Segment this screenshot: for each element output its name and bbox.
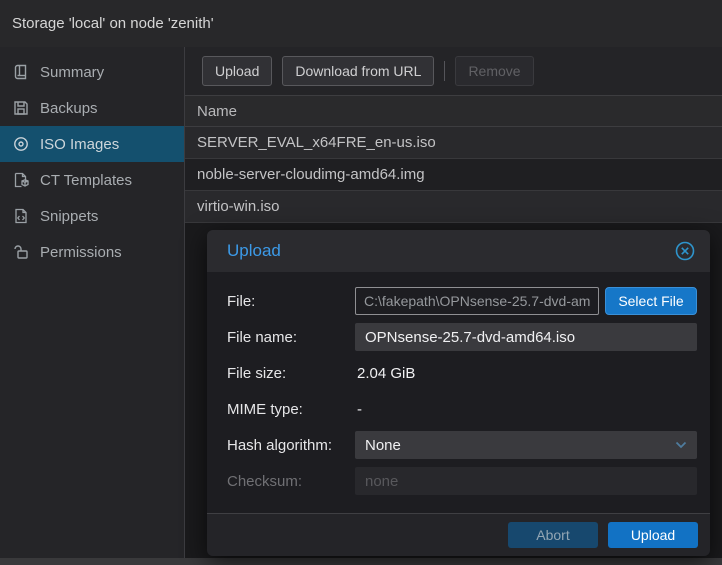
hash-algorithm-value: None: [365, 437, 401, 454]
mime-type-value: -: [355, 401, 362, 418]
book-icon: [13, 64, 29, 80]
file-path-input[interactable]: [355, 287, 599, 315]
sidebar: Summary Backups ISO Images CT Templates …: [0, 47, 185, 565]
toolbar: Upload Download from URL Remove: [185, 47, 722, 95]
hash-algorithm-select[interactable]: None: [355, 431, 697, 459]
sidebar-item-backups[interactable]: Backups: [0, 90, 184, 126]
storage-title-text: Storage 'local' on node 'zenith': [12, 15, 214, 32]
file-label: File:: [227, 293, 355, 310]
table-header-name[interactable]: Name: [185, 95, 722, 127]
window-bottom-edge: [0, 558, 722, 565]
floppy-icon: [13, 100, 29, 116]
sidebar-item-snippets[interactable]: Snippets: [0, 198, 184, 234]
checksum-input: [355, 467, 697, 495]
sidebar-item-label: Permissions: [40, 244, 122, 261]
page-title: Storage 'local' on node 'zenith': [0, 0, 722, 47]
mime-type-label: MIME type:: [227, 401, 355, 418]
upload-button[interactable]: Upload: [202, 56, 272, 86]
file-size-value: 2.04 GiB: [355, 365, 415, 382]
upload-dialog-body: File: Select File File name: File size: …: [207, 272, 710, 513]
table-row[interactable]: virtio-win.iso: [185, 191, 722, 223]
toolbar-separator: [444, 61, 445, 81]
abort-button: Abort: [508, 522, 598, 548]
table-row[interactable]: SERVER_EVAL_x64FRE_en-us.iso: [185, 127, 722, 159]
upload-dialog-header: Upload: [207, 230, 710, 272]
unlock-icon: [13, 244, 29, 260]
sidebar-item-label: CT Templates: [40, 172, 132, 189]
dialog-title: Upload: [227, 241, 281, 261]
sidebar-item-label: Snippets: [40, 208, 98, 225]
sidebar-item-summary[interactable]: Summary: [0, 54, 184, 90]
file-name-input[interactable]: [355, 323, 697, 351]
sidebar-item-label: ISO Images: [40, 136, 119, 153]
app-window: Storage 'local' on node 'zenith' Summary…: [0, 0, 722, 565]
container-template-icon: [13, 172, 29, 188]
file-size-label: File size:: [227, 365, 355, 382]
file-name-label: File name:: [227, 329, 355, 346]
sidebar-item-label: Backups: [40, 100, 98, 117]
select-file-button[interactable]: Select File: [605, 287, 697, 315]
table-row[interactable]: noble-server-cloudimg-amd64.img: [185, 159, 722, 191]
sidebar-item-label: Summary: [40, 64, 104, 81]
upload-dialog: Upload File: Select File File name: Fil: [207, 230, 710, 556]
close-icon[interactable]: [674, 240, 696, 262]
sidebar-item-ct-templates[interactable]: CT Templates: [0, 162, 184, 198]
checksum-label: Checksum:: [227, 473, 355, 490]
remove-button: Remove: [455, 56, 533, 86]
chevron-down-icon: [675, 441, 687, 449]
download-from-url-button[interactable]: Download from URL: [282, 56, 434, 86]
upload-dialog-footer: Abort Upload: [207, 513, 710, 556]
sidebar-item-permissions[interactable]: Permissions: [0, 234, 184, 270]
disc-icon: [13, 136, 29, 152]
hash-algorithm-label: Hash algorithm:: [227, 437, 355, 454]
sidebar-item-iso-images[interactable]: ISO Images: [0, 126, 184, 162]
code-file-icon: [13, 208, 29, 224]
dialog-upload-button[interactable]: Upload: [608, 522, 698, 548]
